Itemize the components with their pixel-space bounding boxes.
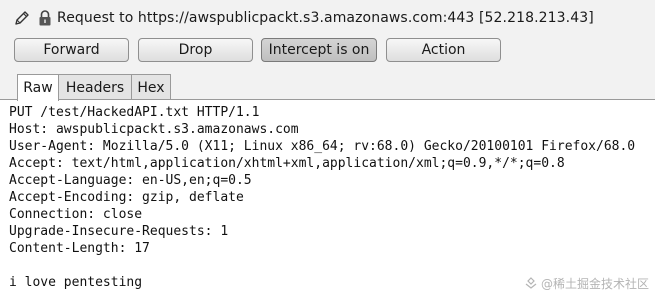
watermark-logo-icon bbox=[525, 276, 537, 289]
intercept-toolbar: Forward Drop Intercept is on Action bbox=[0, 38, 655, 66]
request-header: Request to https://awspublicpackt.s3.ama… bbox=[0, 0, 655, 36]
raw-request-editor[interactable]: PUT /test/HackedAPI.txt HTTP/1.1 Host: a… bbox=[0, 99, 655, 296]
request-body: i love pentesting bbox=[9, 275, 143, 290]
header-upgrade-insecure: Upgrade-Insecure-Requests: 1 bbox=[9, 224, 229, 239]
header-connection: Connection: close bbox=[9, 207, 143, 222]
watermark: @稀土掘金技术社区 bbox=[524, 275, 649, 292]
tab-headers[interactable]: Headers bbox=[58, 74, 132, 100]
pencil-icon[interactable] bbox=[11, 7, 33, 29]
header-host: Host: awspublicpackt.s3.amazonaws.com bbox=[9, 122, 299, 137]
header-accept-language: Accept-Language: en-US,en;q=0.5 bbox=[9, 173, 252, 188]
request-title: Request to https://awspublicpackt.s3.ama… bbox=[57, 10, 594, 26]
header-content-length: Content-Length: 17 bbox=[9, 241, 150, 256]
intercept-toggle-button[interactable]: Intercept is on bbox=[261, 38, 377, 62]
lock-icon bbox=[37, 8, 53, 28]
action-button[interactable]: Action bbox=[386, 38, 501, 62]
header-accept-encoding: Accept-Encoding: gzip, deflate bbox=[9, 190, 244, 205]
forward-button[interactable]: Forward bbox=[14, 38, 129, 62]
request-line: PUT /test/HackedAPI.txt HTTP/1.1 bbox=[9, 105, 260, 120]
tab-hex[interactable]: Hex bbox=[131, 74, 171, 100]
header-accept: Accept: text/html,application/xhtml+xml,… bbox=[9, 156, 565, 171]
header-user-agent: User-Agent: Mozilla/5.0 (X11; Linux x86_… bbox=[9, 139, 636, 154]
watermark-text: @稀土掘金技术社区 bbox=[540, 277, 649, 291]
drop-button[interactable]: Drop bbox=[138, 38, 253, 62]
tab-raw[interactable]: Raw bbox=[17, 74, 59, 101]
view-tabs: Raw Headers Hex bbox=[17, 74, 171, 101]
